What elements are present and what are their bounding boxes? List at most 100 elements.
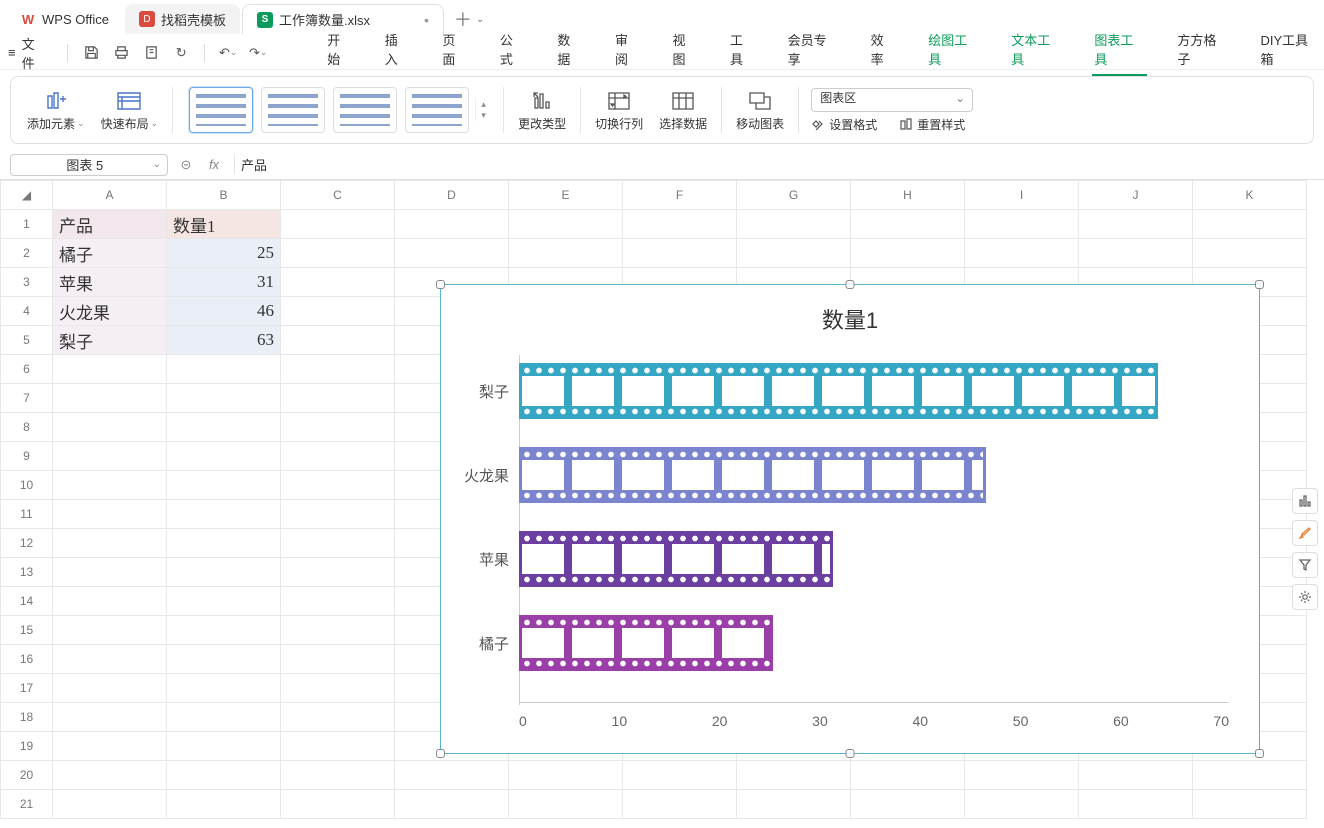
cell-J21[interactable] (1079, 790, 1193, 819)
cell-K2[interactable] (1193, 239, 1307, 268)
row-header-4[interactable]: 4 (1, 297, 53, 326)
cell-B18[interactable] (167, 703, 281, 732)
redo-button[interactable]: ↻ (170, 42, 192, 64)
set-format-button[interactable]: 设置格式 (811, 116, 877, 133)
cell-I21[interactable] (965, 790, 1079, 819)
cell-G1[interactable] (737, 210, 851, 239)
row-header-2[interactable]: 2 (1, 239, 53, 268)
cell-K1[interactable] (1193, 210, 1307, 239)
cell-A21[interactable] (53, 790, 167, 819)
bar-苹果[interactable]: 苹果 (519, 531, 833, 587)
cell-C18[interactable] (281, 703, 395, 732)
row-header-6[interactable]: 6 (1, 355, 53, 384)
cell-B6[interactable] (167, 355, 281, 384)
row-header-5[interactable]: 5 (1, 326, 53, 355)
col-header-H[interactable]: H (851, 181, 965, 210)
move-chart-button[interactable]: 移动图表 (728, 81, 792, 139)
cell-H20[interactable] (851, 761, 965, 790)
col-header-A[interactable]: A (53, 181, 167, 210)
row-header-19[interactable]: 19 (1, 732, 53, 761)
cell-C12[interactable] (281, 529, 395, 558)
cell-C21[interactable] (281, 790, 395, 819)
resize-handle[interactable] (1255, 280, 1264, 289)
cell-I2[interactable] (965, 239, 1079, 268)
cell-D20[interactable] (395, 761, 509, 790)
cell-E1[interactable] (509, 210, 623, 239)
cell-C1[interactable] (281, 210, 395, 239)
cell-F2[interactable] (623, 239, 737, 268)
cell-C10[interactable] (281, 471, 395, 500)
cell-B15[interactable] (167, 616, 281, 645)
cell-B12[interactable] (167, 529, 281, 558)
cell-C3[interactable] (281, 268, 395, 297)
cell-C9[interactable] (281, 442, 395, 471)
cell-G2[interactable] (737, 239, 851, 268)
cell-D1[interactable] (395, 210, 509, 239)
chart-plot-area[interactable]: 010203040506070 梨子 火龙果 苹果 橘子 (519, 355, 1229, 703)
cell-E21[interactable] (509, 790, 623, 819)
add-element-button[interactable]: 添加元素⌄ (19, 81, 93, 139)
cell-C7[interactable] (281, 384, 395, 413)
row-header-8[interactable]: 8 (1, 413, 53, 442)
cell-B13[interactable] (167, 558, 281, 587)
cell-B3[interactable]: 31 (167, 268, 281, 297)
cell-E2[interactable] (509, 239, 623, 268)
cell-C2[interactable] (281, 239, 395, 268)
cell-B4[interactable]: 46 (167, 297, 281, 326)
cell-A15[interactable] (53, 616, 167, 645)
formula-value[interactable]: 产品 (234, 155, 267, 174)
app-tab-wps[interactable]: W WPS Office (6, 4, 123, 34)
cell-H1[interactable] (851, 210, 965, 239)
cell-B2[interactable]: 25 (167, 239, 281, 268)
cell-C15[interactable] (281, 616, 395, 645)
app-tab-template[interactable]: D 找稻壳模板 (125, 4, 240, 34)
cell-C8[interactable] (281, 413, 395, 442)
menu-item-7[interactable]: 工具 (728, 30, 758, 76)
row-header-21[interactable]: 21 (1, 790, 53, 819)
cell-B11[interactable] (167, 500, 281, 529)
row-header-10[interactable]: 10 (1, 471, 53, 500)
file-menu[interactable]: ≡ 文件 (2, 34, 53, 72)
cell-B5[interactable]: 63 (167, 326, 281, 355)
save-button[interactable] (80, 42, 102, 64)
cell-A14[interactable] (53, 587, 167, 616)
cell-A9[interactable] (53, 442, 167, 471)
menu-item-4[interactable]: 数据 (555, 30, 585, 76)
row-header-18[interactable]: 18 (1, 703, 53, 732)
cell-G20[interactable] (737, 761, 851, 790)
resize-handle[interactable] (436, 280, 445, 289)
cell-C4[interactable] (281, 297, 395, 326)
col-header-I[interactable]: I (965, 181, 1079, 210)
menu-item-10[interactable]: 绘图工具 (926, 30, 981, 76)
cell-E20[interactable] (509, 761, 623, 790)
bar-梨子[interactable]: 梨子 (519, 363, 1158, 419)
cell-B21[interactable] (167, 790, 281, 819)
cell-C5[interactable] (281, 326, 395, 355)
cell-A8[interactable] (53, 413, 167, 442)
chart-style-2[interactable] (261, 87, 325, 133)
menu-item-8[interactable]: 会员专享 (786, 30, 841, 76)
menu-item-5[interactable]: 审阅 (613, 30, 643, 76)
cell-B1[interactable]: 数量1 (167, 210, 281, 239)
cell-H2[interactable] (851, 239, 965, 268)
cell-A17[interactable] (53, 674, 167, 703)
row-header-11[interactable]: 11 (1, 500, 53, 529)
cell-D21[interactable] (395, 790, 509, 819)
row-header-13[interactable]: 13 (1, 558, 53, 587)
bar-火龙果[interactable]: 火龙果 (519, 447, 986, 503)
chart-style-1[interactable] (189, 87, 253, 133)
row-header-16[interactable]: 16 (1, 645, 53, 674)
quick-layout-button[interactable]: 快速布局⌄ (93, 81, 167, 139)
col-header-D[interactable]: D (395, 181, 509, 210)
cell-B16[interactable] (167, 645, 281, 674)
row-header-1[interactable]: 1 (1, 210, 53, 239)
menu-item-3[interactable]: 公式 (498, 30, 528, 76)
new-tab-button[interactable]: ＋ ⌄ (446, 6, 492, 32)
menu-item-14[interactable]: DIY工具箱 (1258, 30, 1322, 76)
cell-G21[interactable] (737, 790, 851, 819)
cell-F20[interactable] (623, 761, 737, 790)
cell-A7[interactable] (53, 384, 167, 413)
cell-A1[interactable]: 产品 (53, 210, 167, 239)
cell-D2[interactable] (395, 239, 509, 268)
cell-A19[interactable] (53, 732, 167, 761)
